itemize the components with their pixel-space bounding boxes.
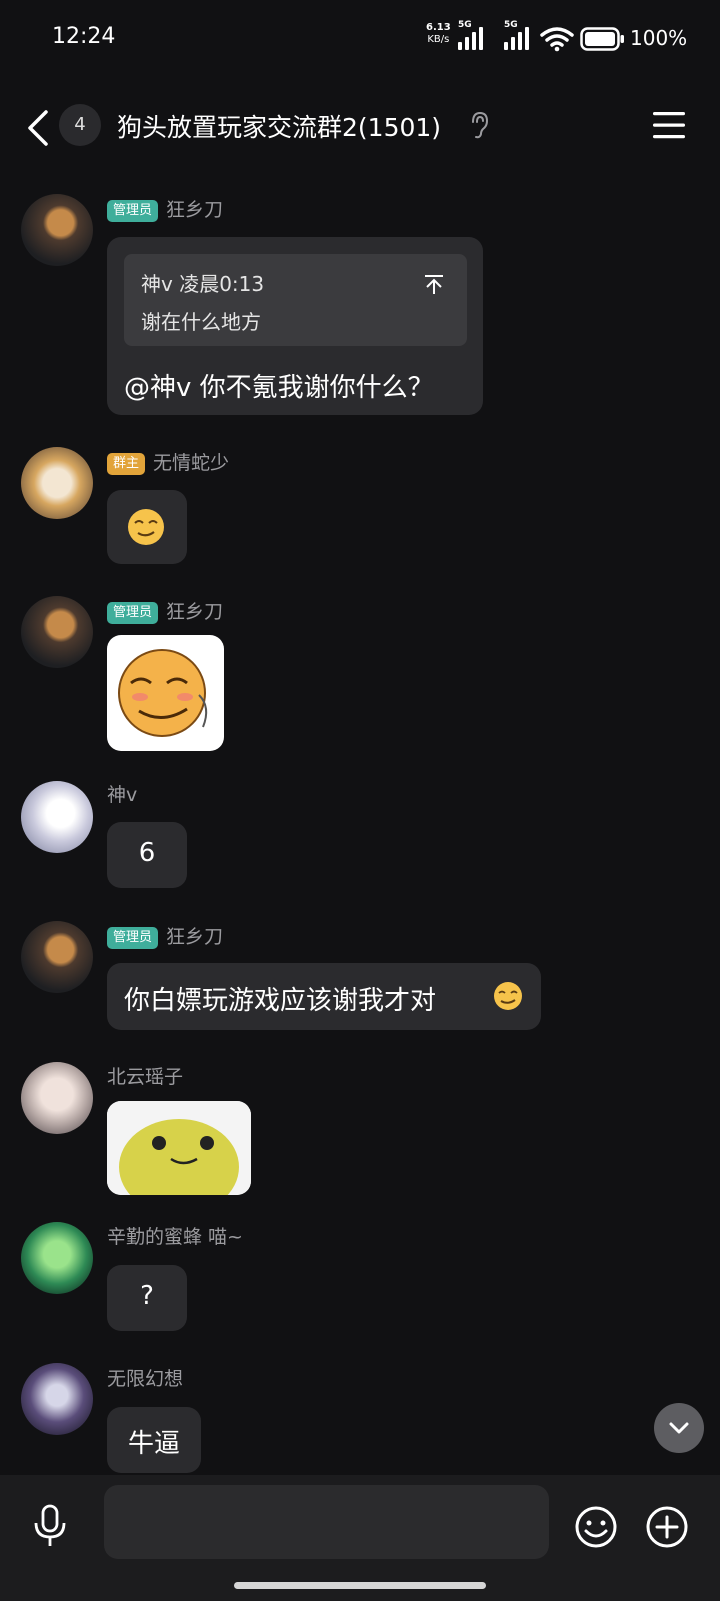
message-input[interactable] xyxy=(104,1485,549,1559)
sender-name[interactable]: 无限幻想 xyxy=(107,1364,183,1391)
message-bubble[interactable]: 6 xyxy=(107,822,187,888)
message-sender: 群主 无情蛇少 xyxy=(107,448,229,475)
owner-badge: 群主 xyxy=(107,453,146,475)
unread-count-badge[interactable]: 4 xyxy=(59,104,101,146)
sender-name[interactable]: 无情蛇少 xyxy=(153,452,229,474)
avatar[interactable] xyxy=(21,781,93,853)
avatar[interactable] xyxy=(21,596,93,668)
signal-label: 5G xyxy=(458,20,472,30)
chevron-down-icon xyxy=(669,1422,689,1434)
sender-name[interactable]: 辛勤的蜜蜂 喵~ xyxy=(107,1222,243,1249)
network-speed: 6.13 KB/s xyxy=(426,22,451,46)
avatar[interactable] xyxy=(21,1062,93,1134)
message-text: ? xyxy=(140,1281,154,1311)
avatar[interactable] xyxy=(21,921,93,993)
message-sender: 管理员 狂乡刀 xyxy=(107,195,223,222)
yellow-creature-sticker-icon xyxy=(107,1101,251,1195)
sender-name[interactable]: 神v xyxy=(107,780,137,807)
avatar[interactable] xyxy=(21,447,93,519)
sender-name[interactable]: 北云瑶子 xyxy=(107,1062,183,1089)
emoji-icon[interactable] xyxy=(574,1505,618,1549)
menu-icon[interactable] xyxy=(652,110,686,140)
admin-badge: 管理员 xyxy=(107,200,159,222)
message-text: 你白嫖玩游戏应该谢我才对 xyxy=(124,986,437,1016)
jump-to-top-icon[interactable] xyxy=(422,273,446,297)
chat-title[interactable]: 狗头放置玩家交流群2(1501) xyxy=(117,108,441,144)
quote-header: 神v 凌晨0:13 xyxy=(141,272,265,296)
avatar[interactable] xyxy=(21,1222,93,1294)
plus-icon[interactable] xyxy=(645,1505,689,1549)
message-bubble[interactable]: ? xyxy=(107,1265,187,1331)
avatar[interactable] xyxy=(21,194,93,266)
message-text: 6 xyxy=(138,838,156,868)
chat-header: 4 狗头放置玩家交流群2(1501) xyxy=(0,84,720,172)
status-bar: 12:24 6.13 KB/s 5G 5G 100% xyxy=(0,0,720,80)
sender-name[interactable]: 狂乡刀 xyxy=(166,601,223,623)
smirk-emoji-icon xyxy=(128,509,164,545)
microphone-icon[interactable] xyxy=(30,1503,70,1549)
sticker-image[interactable] xyxy=(107,635,224,751)
message-bubble[interactable]: 牛逼 xyxy=(107,1407,201,1473)
ear-icon[interactable] xyxy=(468,110,492,140)
message-bubble[interactable]: 你白嫖玩游戏应该谢我才对 xyxy=(107,963,541,1030)
scroll-to-bottom-button[interactable] xyxy=(654,1403,704,1453)
network-speed-unit: KB/s xyxy=(427,34,450,45)
message-bubble[interactable] xyxy=(107,490,187,564)
sender-name[interactable]: 狂乡刀 xyxy=(166,199,223,221)
message-sender: 管理员 狂乡刀 xyxy=(107,922,223,949)
message-text: 牛逼 xyxy=(127,1429,180,1459)
avatar[interactable] xyxy=(21,1363,93,1435)
sticker-image[interactable] xyxy=(107,1101,251,1195)
quoted-message[interactable]: 神v 凌晨0:13 谢在什么地方 xyxy=(124,254,467,346)
network-speed-value: 6.13 xyxy=(426,22,451,33)
message-text: @神v 你不氪我谢你什么？ xyxy=(124,373,434,403)
signal-icon: 5G xyxy=(458,20,486,50)
smirk-sticker-icon xyxy=(118,649,208,737)
smirk-emoji-icon xyxy=(494,982,522,1010)
battery-icon xyxy=(580,27,624,51)
sender-name[interactable]: 狂乡刀 xyxy=(166,926,223,948)
home-indicator[interactable] xyxy=(234,1582,486,1589)
signal-icon: 5G xyxy=(504,20,532,50)
admin-badge: 管理员 xyxy=(107,927,159,949)
back-arrow-icon[interactable] xyxy=(24,108,52,148)
signal-label: 5G xyxy=(504,20,518,30)
battery-percent: 100% xyxy=(630,26,688,50)
wifi-icon xyxy=(540,27,574,52)
quote-text: 谢在什么地方 xyxy=(141,310,261,334)
admin-badge: 管理员 xyxy=(107,602,159,624)
status-time: 12:24 xyxy=(52,24,116,49)
message-sender: 管理员 狂乡刀 xyxy=(107,597,223,624)
